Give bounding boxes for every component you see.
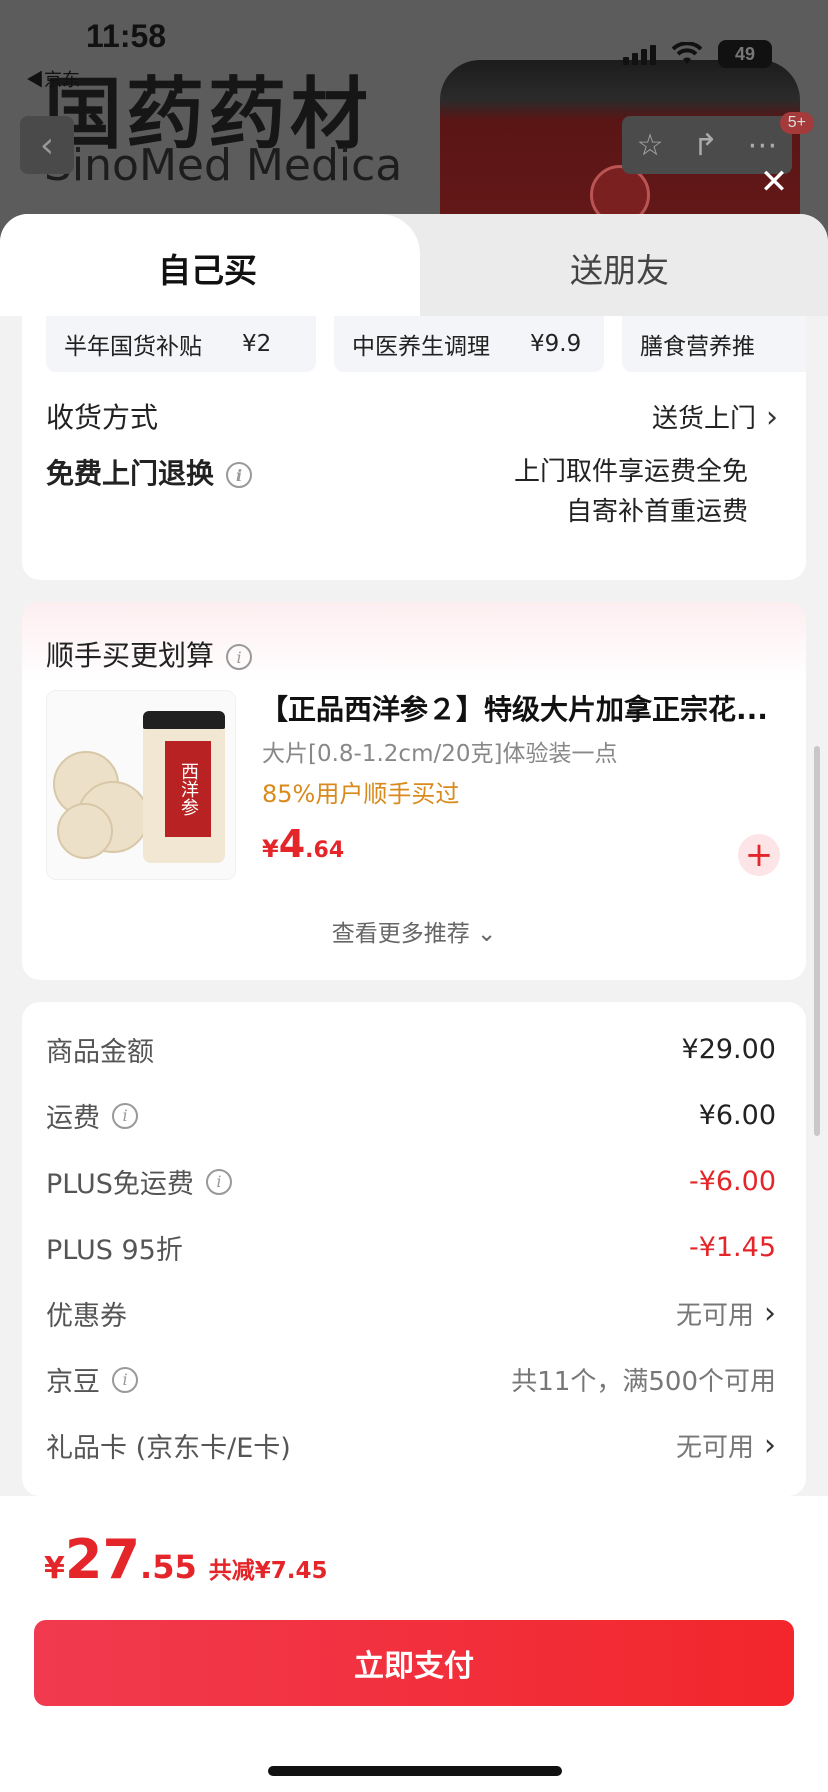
total-saved: 共减¥7.45 — [208, 1558, 328, 1584]
info-icon[interactable]: i — [226, 462, 253, 488]
coupon-row[interactable]: 优惠券 无可用 › — [46, 1294, 776, 1333]
info-icon[interactable]: i — [112, 1102, 138, 1129]
back-icon: ‹ — [20, 116, 74, 174]
fee-breakdown-card: 商品金额 ¥29.00 运费 i ¥6.00 PLUS免运费 i -¥6.00 PL… — [22, 1002, 806, 1496]
ginseng-slice — [57, 803, 113, 859]
home-indicator — [268, 1766, 562, 1776]
fee-value-text: 无可用 — [675, 1301, 754, 1331]
fee-value: -¥1.45 — [688, 1232, 776, 1263]
close-icon[interactable]: ✕ — [752, 160, 796, 204]
info-icon[interactable]: i — [205, 1168, 232, 1195]
subsidy-amount: ¥2 — [242, 331, 272, 357]
price-int: 4 — [278, 822, 306, 866]
addon-title: 顺手买更划算 i — [46, 634, 253, 674]
subsidy-item[interactable]: 膳食营养推 — [622, 316, 806, 372]
cart-badge: 5+ — [779, 112, 814, 134]
chevron-right-icon: › — [764, 1428, 776, 1463]
fee-label: 礼品卡 (京东卡/E卡) — [46, 1433, 291, 1464]
delivery-value: 送货上门 › — [652, 398, 778, 435]
jar-cap — [143, 711, 225, 729]
subsidy-label: 半年国货补贴 — [64, 334, 202, 360]
addon-title-text: 顺手买更划算 — [46, 639, 215, 672]
scrollbar[interactable] — [814, 746, 820, 1136]
share-icon: ↱ — [692, 127, 719, 163]
status-back-link[interactable]: ◀京东 — [26, 66, 80, 92]
product-price: ¥4.64 — [262, 822, 344, 866]
fee-value: 共11个，满500个可用 — [511, 1367, 776, 1397]
info-icon[interactable]: i — [112, 1366, 138, 1393]
more-recommendations[interactable]: 查看更多推荐 ⌄ — [22, 914, 806, 948]
price-currency: ¥ — [262, 835, 279, 863]
free-return-label: 免费上门退换 i — [46, 452, 253, 492]
chevron-right-icon: › — [764, 1296, 776, 1331]
battery-icon: 49 — [718, 40, 772, 68]
product-title[interactable]: 【正品西洋参２】特级大片加拿正宗花... — [260, 688, 790, 728]
product-spec: 大片[0.8-1.2cm/20克]体验装一点 — [262, 741, 618, 767]
fee-label-text: 运费 — [46, 1103, 100, 1134]
price-dec: .64 — [305, 838, 345, 863]
fee-row: 京豆 i 共11个，满500个可用 — [46, 1360, 776, 1399]
pay-now-button[interactable]: 立即支付 — [34, 1620, 794, 1706]
more-recommendations-label: 查看更多推荐 — [331, 921, 470, 947]
fee-row: PLUS 95折 -¥1.45 — [46, 1228, 776, 1267]
product-hint: 85%用户顺手买过 — [262, 780, 460, 808]
free-return-line2: 自寄补首重运费 — [565, 497, 748, 527]
subsidy-item[interactable]: 半年国货补贴 ¥2 — [46, 316, 316, 372]
fee-row: PLUS免运费 i -¥6.00 — [46, 1162, 776, 1201]
free-return-line1: 上门取件享运费全免 — [513, 457, 748, 487]
fee-value: 无可用 › — [676, 1427, 776, 1464]
fee-value: 无可用 › — [676, 1295, 776, 1332]
wifi-icon — [672, 42, 702, 64]
fee-label: 京豆 i — [46, 1360, 138, 1399]
status-time: 11:58 — [86, 18, 167, 54]
free-return-desc: 上门取件享运费全免 自寄补首重运费 — [514, 452, 748, 532]
subsidy-label: 膳食营养推 — [640, 334, 755, 360]
fee-value: -¥6.00 — [688, 1166, 776, 1197]
delivery-card: 半年国货补贴 ¥2 中医养生调理 ¥9.9 膳食营养推 收货方式 送货上门 › 免… — [22, 316, 806, 580]
add-icon[interactable]: + — [738, 834, 780, 876]
subsidy-list: 半年国货补贴 ¥2 中医养生调理 ¥9.9 膳食营养推 — [46, 316, 806, 372]
fee-label: 商品金额 — [46, 1037, 154, 1068]
checkout-bottom-bar: ¥ 27 .55 共减¥7.45 立即支付 — [0, 1496, 828, 1792]
delivery-label: 收货方式 — [46, 401, 159, 434]
gift-card-row[interactable]: 礼品卡 (京东卡/E卡) 无可用 › — [46, 1426, 776, 1465]
fee-label: PLUS 95折 — [46, 1235, 183, 1266]
info-icon[interactable]: i — [226, 644, 253, 670]
subsidy-label: 中医养生调理 — [352, 334, 490, 360]
chevron-down-icon: ⌄ — [477, 921, 497, 947]
signal-icon — [623, 43, 656, 65]
fee-value-text: 无可用 — [675, 1433, 754, 1463]
delivery-row[interactable]: 收货方式 送货上门 › — [46, 396, 778, 436]
fee-value: ¥29.00 — [681, 1034, 776, 1065]
subsidy-item[interactable]: 中医养生调理 ¥9.9 — [334, 316, 604, 372]
tab-send-friend[interactable]: 送朋友 — [570, 244, 669, 292]
free-return-row: 免费上门退换 i 上门取件享运费全免 自寄补首重运费 — [46, 452, 778, 532]
purchase-tabs: 自己买 送朋友 — [0, 214, 828, 316]
free-return-title: 免费上门退换 — [46, 457, 215, 490]
star-icon: ☆ — [636, 127, 664, 163]
chevron-right-icon: › — [766, 399, 778, 435]
fee-row: 运费 i ¥6.00 — [46, 1096, 776, 1135]
tab-buy-self[interactable]: 自己买 — [158, 244, 257, 292]
addon-card: 顺手买更划算 i 西洋参 【正品西洋参２】特级大片加拿正宗花... 大片[0.8-… — [22, 602, 806, 980]
total-int: 27 — [64, 1528, 141, 1591]
status-icons: 49 — [623, 40, 772, 68]
fee-value: ¥6.00 — [698, 1100, 776, 1131]
more-icon: ⋯ — [747, 127, 778, 163]
product-thumbnail[interactable]: 西洋参 — [46, 690, 236, 880]
fee-label: PLUS免运费 i — [46, 1162, 232, 1201]
total-price: ¥ 27 .55 共减¥7.45 — [44, 1528, 327, 1591]
fee-label-text: 京豆 — [46, 1367, 100, 1398]
fee-label: 运费 i — [46, 1096, 138, 1135]
brand-logo-en: SinoMed Medica — [44, 140, 403, 191]
jar-label: 西洋参 — [165, 741, 211, 837]
total-dec: .55 — [140, 1548, 197, 1586]
total-currency: ¥ — [44, 1551, 65, 1586]
fee-row: 商品金额 ¥29.00 — [46, 1030, 776, 1069]
fee-label: 优惠券 — [46, 1301, 127, 1332]
subsidy-amount: ¥9.9 — [530, 331, 582, 357]
fee-label-text: PLUS免运费 — [46, 1169, 194, 1200]
delivery-method: 送货上门 — [651, 403, 756, 434]
